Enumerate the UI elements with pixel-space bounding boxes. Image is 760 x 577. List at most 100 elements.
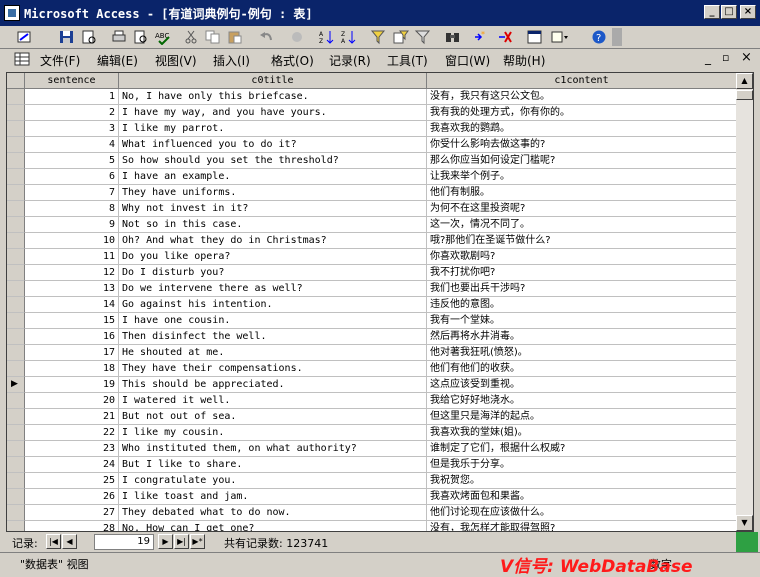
cell-c1content[interactable]: 哦?那他们在圣诞节做什么? [427, 233, 737, 249]
cell-sentence[interactable]: 14 [25, 297, 119, 313]
table-row[interactable]: 6I have an example. 让我来举个例子。 [7, 169, 737, 185]
menu-insert[interactable]: 插入(I) [213, 52, 250, 69]
cell-sentence[interactable]: 13 [25, 281, 119, 297]
cell-c0title[interactable]: So how should you set the threshold? [119, 153, 427, 169]
record-selector[interactable]: ▶ [7, 377, 25, 393]
cell-c0title[interactable]: They have their compensations. [119, 361, 427, 377]
cell-c0title[interactable]: I have my way, and you have yours. [119, 105, 427, 121]
cell-c0title[interactable]: I have an example. [119, 169, 427, 185]
cell-c1content[interactable]: 我有一个堂妹。 [427, 313, 737, 329]
cell-c1content[interactable]: 我喜欢我的鹦鹉。 [427, 121, 737, 137]
table-row[interactable]: 13 Do we intervene there as well? 我们也要出兵干涉… [7, 281, 737, 297]
design-view-icon[interactable] [16, 29, 34, 45]
minimize-button[interactable]: _ [704, 5, 720, 19]
cell-c1content[interactable]: 我们也要出兵干涉吗? [427, 281, 737, 297]
cell-sentence[interactable]: 8 [25, 201, 119, 217]
find-icon[interactable] [444, 29, 462, 45]
record-selector[interactable] [7, 441, 25, 457]
record-selector[interactable] [7, 393, 25, 409]
cell-c0title[interactable]: No, I have only this briefcase. [119, 89, 427, 105]
cell-c1content[interactable]: 他们讨论现在应该做什么。 [427, 505, 737, 521]
table-row[interactable]: 27 They debated what to do now. 他们讨论现在应该做什… [7, 505, 737, 521]
table-row[interactable]: 5 So how should you set the threshold? 那么你… [7, 153, 737, 169]
cell-c0title[interactable]: I congratulate you. [119, 473, 427, 489]
table-row[interactable]: 2I have my way, and you have yours. 我有我的处… [7, 105, 737, 121]
select-all-corner[interactable] [7, 73, 25, 89]
save-icon[interactable] [58, 29, 76, 45]
cell-c0title[interactable]: Why not invest in it? [119, 201, 427, 217]
table-row[interactable]: 9 Not so in this case. 这一次，情况不同了。 [7, 217, 737, 233]
filter-by-selection-icon[interactable] [370, 29, 388, 45]
cell-c0title[interactable]: He shouted at me. [119, 345, 427, 361]
record-selector[interactable] [7, 89, 25, 105]
record-selector[interactable] [7, 169, 25, 185]
new-record-icon[interactable]: * [472, 29, 490, 45]
cell-c0title[interactable]: I watered it well. [119, 393, 427, 409]
cell-c1content[interactable]: 让我来举个例子。 [427, 169, 737, 185]
scroll-up-button[interactable]: ▲ [736, 73, 753, 89]
cell-sentence[interactable]: 1 [25, 89, 119, 105]
filter-by-form-icon[interactable] [392, 29, 410, 45]
table-icon[interactable] [14, 52, 30, 66]
cell-sentence[interactable]: 25 [25, 473, 119, 489]
cell-c1content[interactable]: 为何不在这里投资呢? [427, 201, 737, 217]
menu-records[interactable]: 记录(R) [329, 52, 371, 69]
cell-sentence[interactable]: 24 [25, 457, 119, 473]
cell-c0title[interactable]: This should be appreciated. [119, 377, 427, 393]
cell-sentence[interactable]: 7 [25, 185, 119, 201]
cell-c1content[interactable]: 没有，我只有这只公文包。 [427, 89, 737, 105]
record-selector[interactable] [7, 137, 25, 153]
cell-c1content[interactable]: 我喜欢我的堂妹(姐)。 [427, 425, 737, 441]
cell-c0title[interactable]: I have one cousin. [119, 313, 427, 329]
menu-view[interactable]: 视图(V) [155, 52, 197, 69]
cell-sentence[interactable]: 19 [25, 377, 119, 393]
column-header-sentence[interactable]: sentence [25, 73, 119, 89]
print-icon[interactable] [110, 29, 128, 45]
cell-sentence[interactable]: 18 [25, 361, 119, 377]
cell-c0title[interactable]: Oh? And what they do in Christmas? [119, 233, 427, 249]
access-app-icon[interactable] [4, 5, 20, 21]
cut-icon[interactable] [182, 29, 200, 45]
table-row[interactable]: 7 They have uniforms. 他们有制服。 [7, 185, 737, 201]
cell-c0title[interactable]: They have uniforms. [119, 185, 427, 201]
cell-c0title[interactable]: But not out of sea. [119, 409, 427, 425]
record-selector[interactable] [7, 233, 25, 249]
record-selector[interactable] [7, 409, 25, 425]
first-record-button[interactable]: |◀ [46, 534, 61, 549]
cell-c0title[interactable]: What influenced you to do it? [119, 137, 427, 153]
record-selector[interactable] [7, 473, 25, 489]
table-row[interactable]: 21 But not out of sea. 但这里只是海洋的起点。 [7, 409, 737, 425]
table-row[interactable]: 28 No. How can I get one? 没有，我怎样才能取得驾照? [7, 521, 737, 531]
cell-c0title[interactable]: No. How can I get one? [119, 521, 427, 531]
previous-record-button[interactable]: ◀ [62, 534, 77, 549]
cell-c1content[interactable]: 这一次，情况不同了。 [427, 217, 737, 233]
menu-edit[interactable]: 编辑(E) [97, 52, 138, 69]
print-preview-icon[interactable] [132, 29, 150, 45]
cell-sentence[interactable]: 2 [25, 105, 119, 121]
cell-c1content[interactable]: 他对著我狂吼(愤怒)。 [427, 345, 737, 361]
cell-c0title[interactable]: I like my parrot. [119, 121, 427, 137]
cell-c1content[interactable]: 我给它好好地浇水。 [427, 393, 737, 409]
cell-sentence[interactable]: 10 [25, 233, 119, 249]
table-row[interactable]: 1 No, I have only this briefcase. 没有，我只有这只… [7, 89, 737, 105]
cell-sentence[interactable]: 9 [25, 217, 119, 233]
cell-c0title[interactable]: Then disinfect the well. [119, 329, 427, 345]
close-button[interactable]: × [740, 5, 756, 19]
cell-sentence[interactable]: 6 [25, 169, 119, 185]
table-row[interactable]: 12 Do I disturb you? 我不打扰你吧? [7, 265, 737, 281]
record-selector[interactable] [7, 185, 25, 201]
record-selector[interactable] [7, 521, 25, 531]
cell-c0title[interactable]: Not so in this case. [119, 217, 427, 233]
cell-c0title[interactable]: Do we intervene there as well? [119, 281, 427, 297]
menu-tools[interactable]: 工具(T) [387, 52, 428, 69]
cell-c1content[interactable]: 但这里只是海洋的起点。 [427, 409, 737, 425]
menu-window[interactable]: 窗口(W) [445, 52, 490, 69]
cell-c1content[interactable]: 那么你应当如何设定门槛呢? [427, 153, 737, 169]
paste-icon[interactable] [226, 29, 244, 45]
table-row[interactable]: 26 I like toast and jam. 我喜欢烤面包和果酱。 [7, 489, 737, 505]
current-record-field[interactable]: 19 [94, 534, 154, 550]
cell-c0title[interactable]: I like toast and jam. [119, 489, 427, 505]
cell-c0title[interactable]: Do I disturb you? [119, 265, 427, 281]
help-icon[interactable]: ? [590, 29, 608, 45]
cell-sentence[interactable]: 5 [25, 153, 119, 169]
